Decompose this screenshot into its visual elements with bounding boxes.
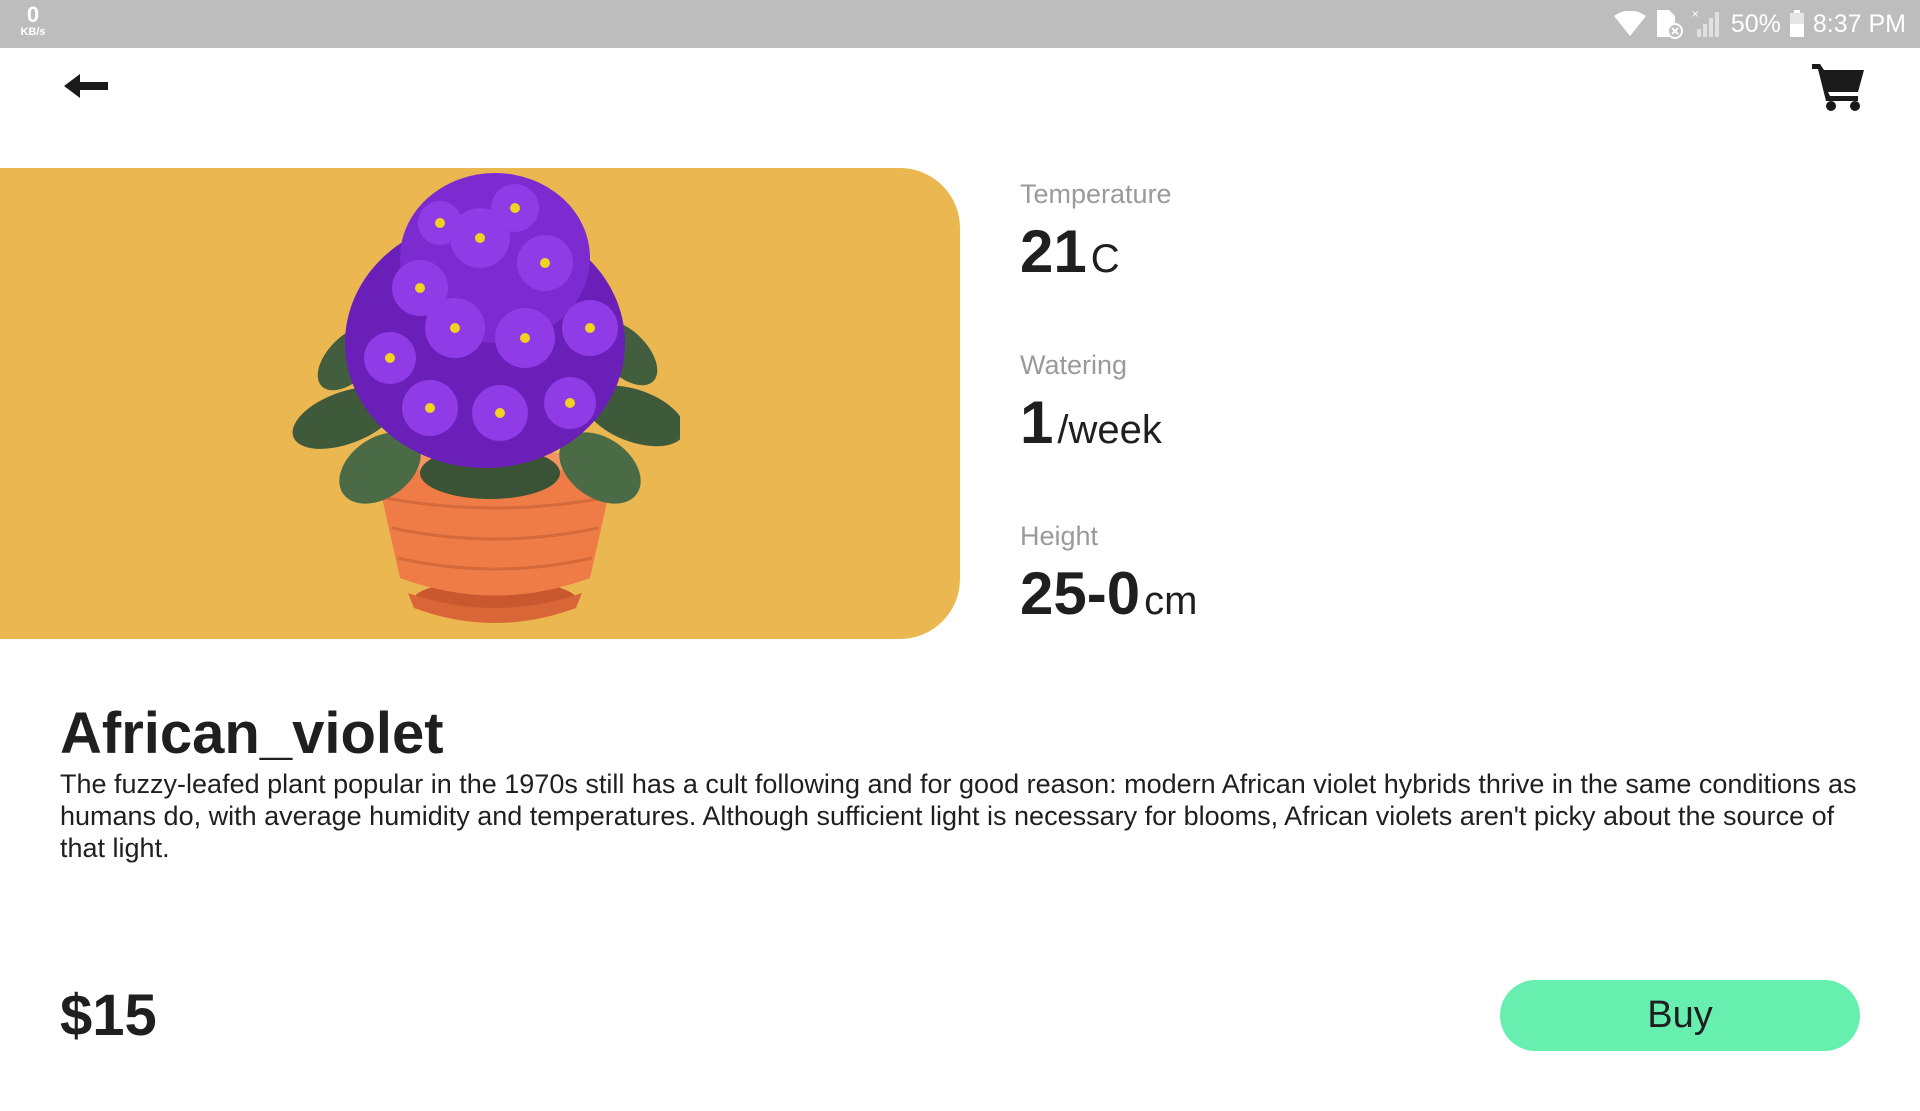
spec-unit: cm <box>1144 579 1198 623</box>
plant-specs: Temperature 21 C Watering 1/week Height 2… <box>1020 176 1620 689</box>
clock: 8:37 PM <box>1812 9 1906 38</box>
spec-label: Watering <box>1020 350 1128 380</box>
price: $15 <box>60 983 157 1048</box>
spec-value: 25-0 cm <box>1020 562 1620 626</box>
buy-button[interactable]: Buy <box>1500 980 1860 1051</box>
status-bar: 0 KB/s × 50% 8:37 PM <box>0 0 1920 48</box>
spec-temperature: Temperature 21 C <box>1020 176 1620 347</box>
arrow-left-icon <box>64 74 108 98</box>
back-button[interactable] <box>56 60 116 112</box>
spec-value: 1/week <box>1020 391 1620 455</box>
spec-number: 1 <box>1020 389 1054 456</box>
spec-label: Temperature <box>1020 179 1172 209</box>
shopping-cart-icon <box>1812 64 1864 111</box>
signal-icon: × <box>1691 9 1723 39</box>
network-speed: 0 KB/s <box>14 4 52 38</box>
sim-missing-icon <box>1655 9 1683 39</box>
battery-percent: 50% <box>1730 9 1781 38</box>
svg-text:×: × <box>1691 9 1699 20</box>
wifi-icon <box>1613 11 1647 37</box>
african-violet-image <box>292 173 680 623</box>
spec-unit: /week <box>1057 408 1162 452</box>
status-icons: × 50% 8:37 PM <box>1613 0 1906 48</box>
spec-number: 25-0 <box>1020 560 1141 627</box>
plant-description: The fuzzy-leafed plant popular in the 19… <box>60 769 1857 863</box>
network-speed-unit: KB/s <box>20 26 46 38</box>
cart-button[interactable] <box>1806 56 1870 116</box>
spec-number: 21 <box>1020 218 1087 285</box>
spec-label: Height <box>1020 521 1099 551</box>
network-speed-value: 0 <box>26 2 40 27</box>
plant-hero-card <box>0 168 960 639</box>
battery-icon <box>1789 10 1805 38</box>
spec-height: Height 25-0 cm <box>1020 518 1620 689</box>
spec-value: 21 C <box>1020 220 1620 284</box>
spec-watering: Watering 1/week <box>1020 347 1620 518</box>
plant-title: African_violet <box>60 701 444 766</box>
spec-unit: C <box>1090 237 1120 281</box>
